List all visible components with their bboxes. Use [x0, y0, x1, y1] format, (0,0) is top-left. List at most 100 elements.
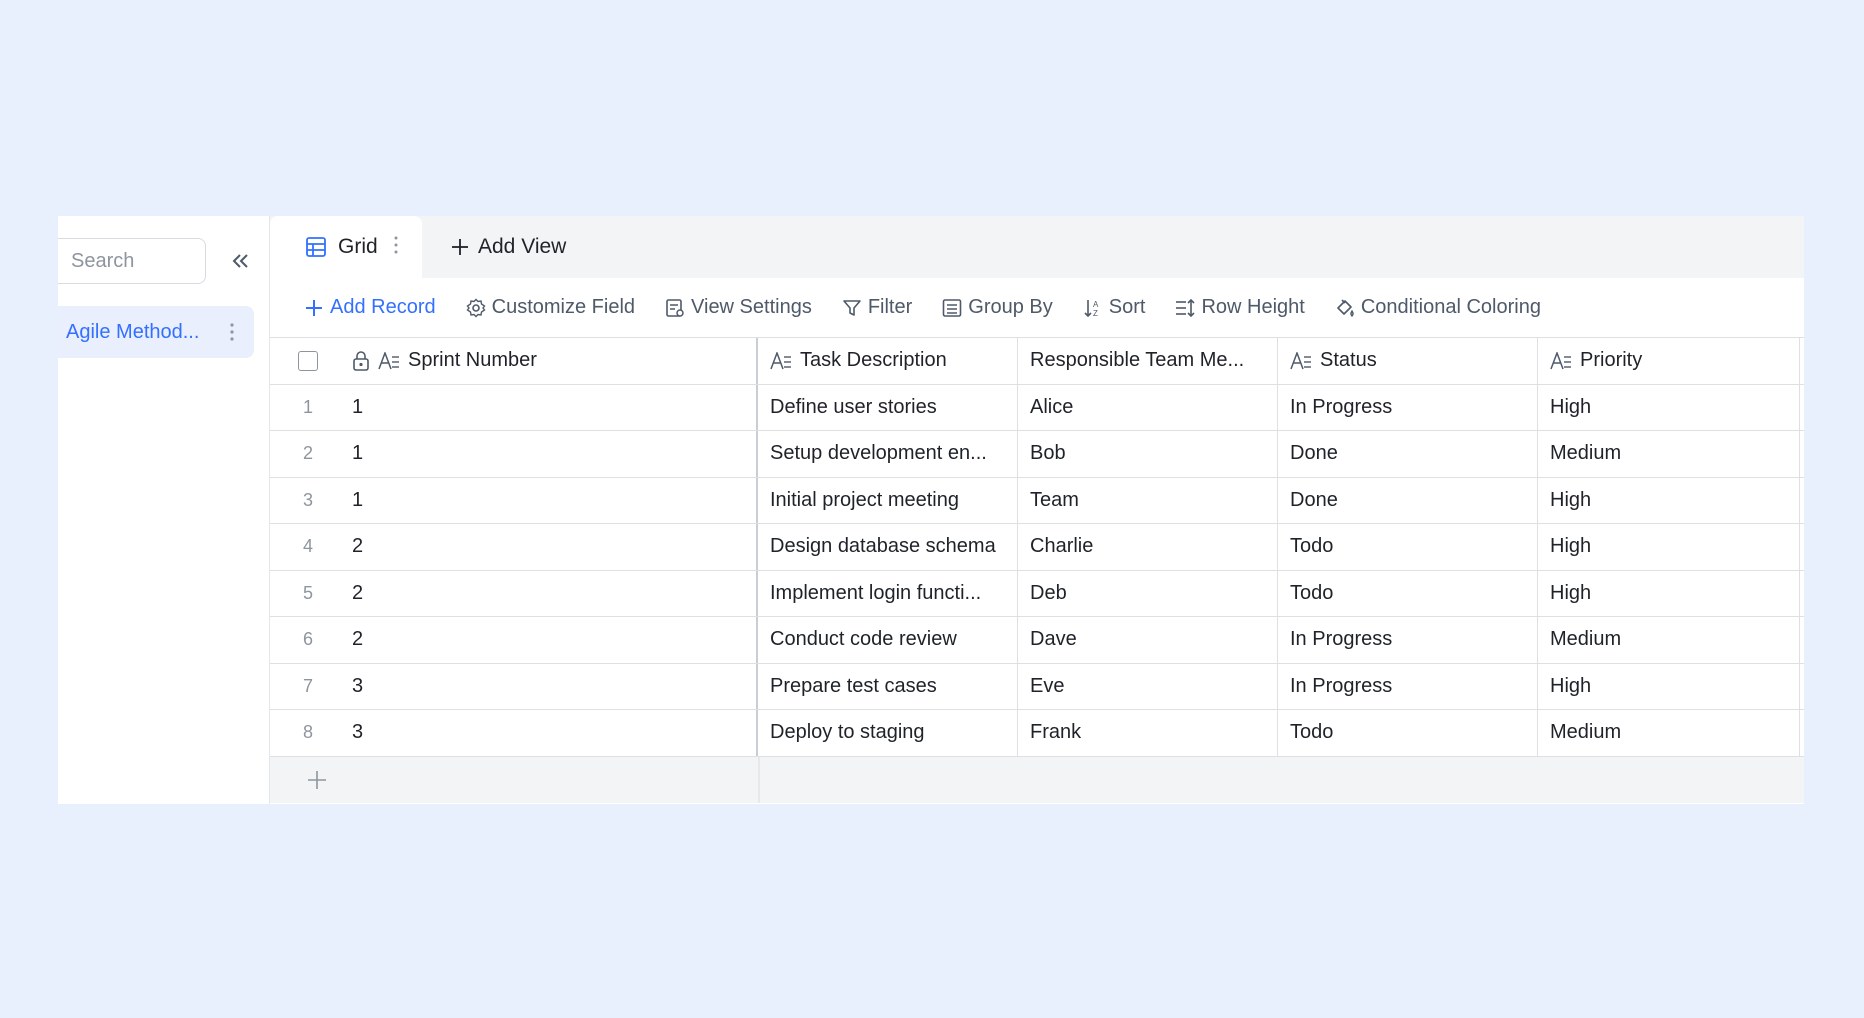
table-row[interactable]: 6 2 Conduct code review Dave In Progress… — [270, 617, 1804, 664]
grid-view-icon — [306, 237, 326, 257]
sort-label: Sort — [1108, 296, 1146, 318]
cell-sprint-number[interactable]: 1 — [346, 384, 758, 430]
row-height-button[interactable]: Row Height — [1175, 296, 1305, 319]
filter-button[interactable]: Filter — [842, 296, 912, 319]
table-row[interactable]: 5 2 Implement login functi... Deb Todo H… — [270, 570, 1804, 617]
cell-sprint-number[interactable]: 2 — [346, 570, 758, 616]
column-header-priority[interactable]: Priority — [1538, 338, 1800, 384]
column-label: Sprint Number — [408, 349, 537, 372]
more-vertical-icon[interactable] — [222, 320, 242, 344]
cell-priority[interactable]: Medium — [1538, 617, 1800, 663]
group-by-label: Group By — [968, 296, 1053, 318]
conditional-coloring-label: Conditional Coloring — [1360, 296, 1541, 318]
add-record-label: Add Record — [330, 296, 436, 318]
cell-status[interactable]: Done — [1278, 477, 1538, 523]
conditional-coloring-button[interactable]: Conditional Coloring — [1335, 296, 1541, 319]
row-index: 2 — [302, 443, 313, 464]
row-index: 5 — [302, 582, 313, 603]
cell-priority[interactable]: High — [1538, 524, 1800, 570]
cell-task-description[interactable]: Conduct code review — [758, 617, 1018, 663]
cell-task-description[interactable]: Prepare test cases — [758, 663, 1018, 709]
table-row[interactable]: 3 1 Initial project meeting Team Done Hi… — [270, 477, 1804, 524]
more-vertical-icon[interactable] — [394, 236, 398, 260]
filter-label: Filter — [867, 296, 913, 318]
cell-priority[interactable]: High — [1538, 570, 1800, 616]
cell-responsible-member[interactable]: Bob — [1018, 431, 1278, 477]
cell-responsible-member[interactable]: Charlie — [1018, 524, 1278, 570]
view-tabbar: Grid Add View — [270, 216, 1804, 278]
cell-responsible-member[interactable]: Frank — [1018, 710, 1278, 756]
add-record-button[interactable]: Add Record — [304, 296, 436, 319]
cell-status[interactable]: Todo — [1278, 524, 1538, 570]
row-index: 8 — [302, 722, 313, 743]
cell-task-description[interactable]: Design database schema — [758, 524, 1018, 570]
view-settings-button[interactable]: View Settings — [665, 296, 812, 319]
cell-responsible-member[interactable]: Team — [1018, 477, 1278, 523]
main-area: Grid Add View Add Record Customize Field — [270, 216, 1804, 804]
cell-sprint-number[interactable]: 2 — [346, 617, 758, 663]
cell-status[interactable]: In Progress — [1278, 384, 1538, 430]
select-all-cell[interactable] — [270, 338, 346, 384]
cell-priority[interactable]: Medium — [1538, 710, 1800, 756]
cell-responsible-member[interactable]: Dave — [1018, 617, 1278, 663]
app-window: Search Agile Method... Grid Add View Add… — [58, 216, 1804, 804]
table-row[interactable]: 4 2 Design database schema Charlie Todo … — [270, 524, 1804, 571]
table-row[interactable]: 1 1 Define user stories Alice In Progres… — [270, 384, 1804, 431]
row-index: 3 — [302, 489, 313, 510]
cell-task-description[interactable]: Implement login functi... — [758, 570, 1018, 616]
text-field-icon — [378, 351, 399, 370]
svg-text:Z: Z — [1093, 309, 1098, 318]
tab-grid[interactable]: Grid — [270, 216, 422, 278]
cell-status[interactable]: Done — [1278, 431, 1538, 477]
view-settings-label: View Settings — [691, 296, 812, 318]
sidebar-item-agile-methodology[interactable]: Agile Method... — [58, 306, 254, 358]
table-row[interactable]: 7 3 Prepare test cases Eve In Progress H… — [270, 663, 1804, 710]
column-header-task-description[interactable]: Task Description — [758, 338, 1018, 384]
column-header-status[interactable]: Status — [1278, 338, 1538, 384]
text-field-icon — [1550, 351, 1571, 370]
row-height-label: Row Height — [1201, 296, 1305, 318]
cell-priority[interactable]: High — [1538, 663, 1800, 709]
collapse-sidebar-button[interactable] — [226, 246, 256, 276]
customize-field-button[interactable]: Customize Field — [466, 296, 635, 319]
cell-status[interactable]: Todo — [1278, 710, 1538, 756]
table-row[interactable]: 2 1 Setup development en... Bob Done Med… — [270, 431, 1804, 478]
cell-responsible-member[interactable]: Eve — [1018, 663, 1278, 709]
lock-icon — [353, 350, 369, 371]
cell-sprint-number[interactable]: 1 — [346, 477, 758, 523]
group-by-button[interactable]: Group By — [942, 296, 1053, 319]
row-index: 1 — [302, 396, 313, 417]
table-row[interactable]: 8 3 Deploy to staging Frank Todo Medium — [270, 710, 1804, 757]
sidebar-item-label: Agile Method... — [66, 320, 200, 343]
plus-icon — [306, 299, 322, 316]
cell-sprint-number[interactable]: 3 — [346, 710, 758, 756]
cell-responsible-member[interactable]: Deb — [1018, 570, 1278, 616]
row-index: 4 — [302, 536, 313, 557]
cell-status[interactable]: In Progress — [1278, 617, 1538, 663]
column-label: Task Description — [800, 349, 947, 372]
cell-priority[interactable]: Medium — [1538, 431, 1800, 477]
add-row-bar[interactable] — [270, 756, 1804, 803]
sort-button[interactable]: AZ Sort — [1083, 296, 1146, 319]
cell-task-description[interactable]: Deploy to staging — [758, 710, 1018, 756]
group-icon — [942, 298, 962, 317]
cell-task-description[interactable]: Initial project meeting — [758, 477, 1018, 523]
cell-sprint-number[interactable]: 2 — [346, 524, 758, 570]
cell-task-description[interactable]: Setup development en... — [758, 431, 1018, 477]
add-view-button[interactable]: Add View — [450, 216, 566, 278]
cell-sprint-number[interactable]: 1 — [346, 431, 758, 477]
cell-priority[interactable]: High — [1538, 477, 1800, 523]
cell-task-description[interactable]: Define user stories — [758, 384, 1018, 430]
gear-icon — [466, 298, 486, 317]
add-row-plus-icon[interactable] — [306, 769, 328, 796]
cell-priority[interactable]: High — [1538, 384, 1800, 430]
cell-responsible-member[interactable]: Alice — [1018, 384, 1278, 430]
cell-status[interactable]: In Progress — [1278, 663, 1538, 709]
select-all-checkbox[interactable] — [298, 350, 318, 371]
column-header-sprint-number[interactable]: Sprint Number — [346, 338, 758, 384]
column-header-responsible-team-member[interactable]: Responsible Team Me... — [1018, 338, 1278, 384]
cell-status[interactable]: Todo — [1278, 570, 1538, 616]
cell-sprint-number[interactable]: 3 — [346, 663, 758, 709]
search-input[interactable]: Search — [58, 238, 206, 284]
paint-bucket-icon — [1337, 298, 1354, 317]
